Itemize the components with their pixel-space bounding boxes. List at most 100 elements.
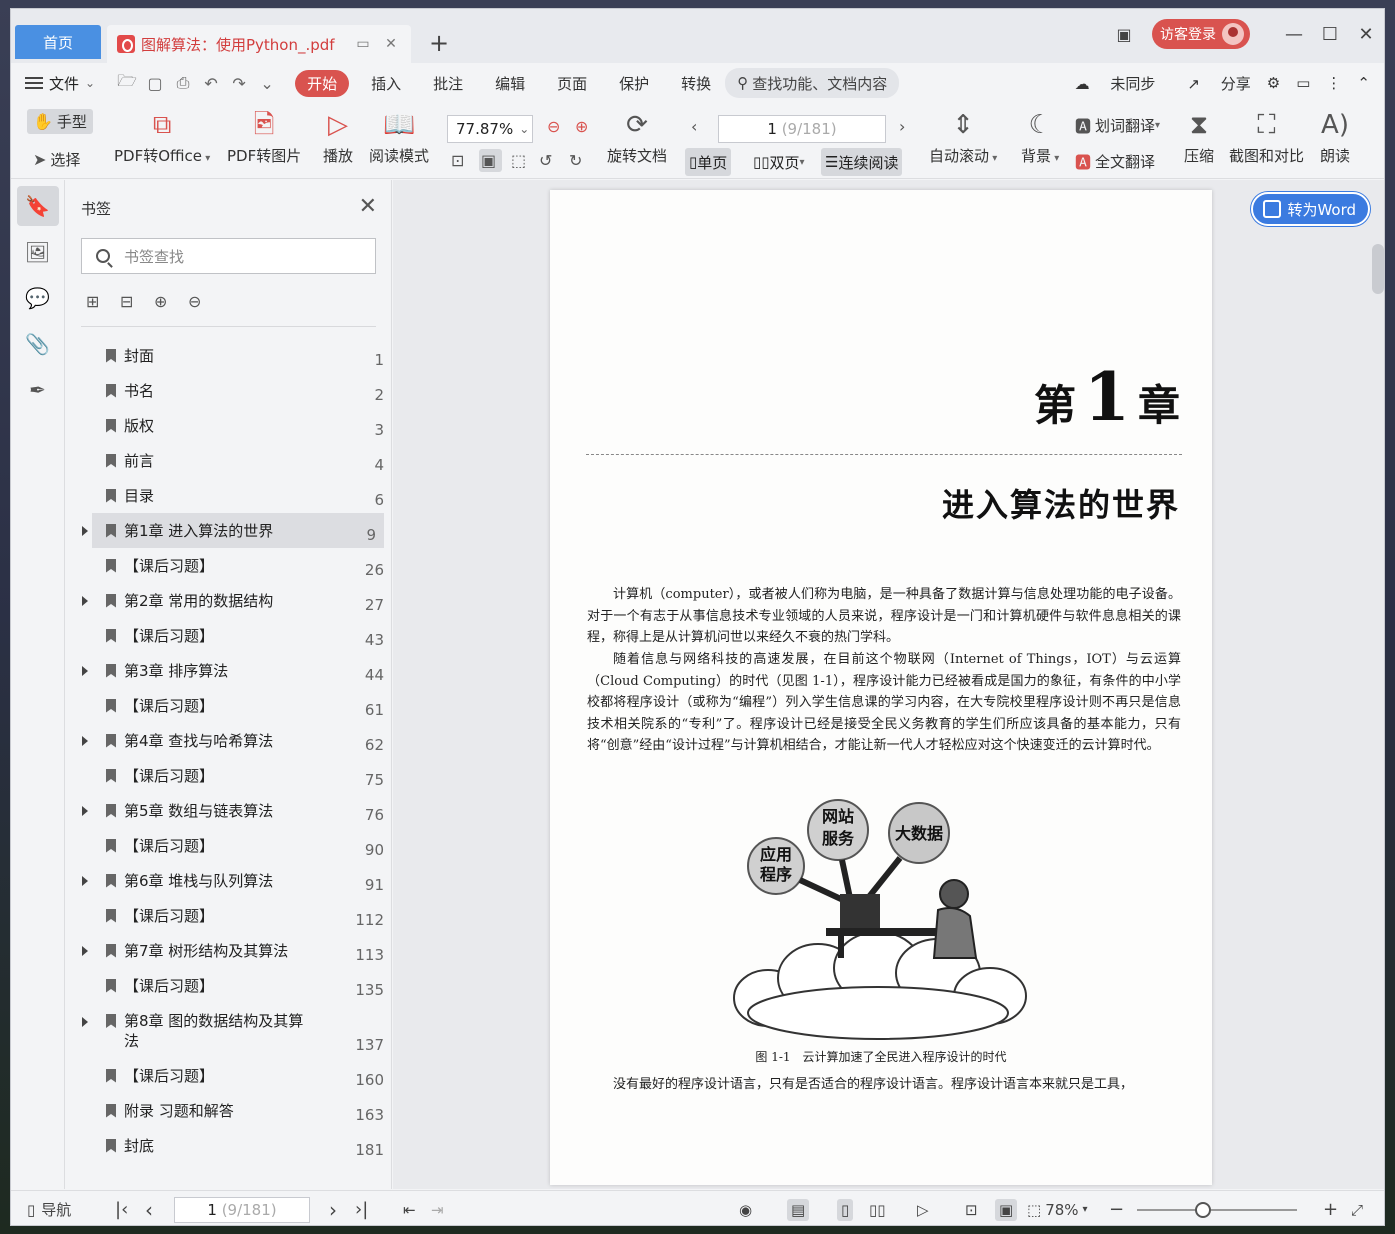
list-item[interactable]: 附录 习题和解答 163 <box>66 1093 392 1128</box>
delete-bookmark-icon[interactable]: ⊖ <box>188 292 222 311</box>
menu-insert[interactable]: 插入 <box>371 73 401 94</box>
settings-icon[interactable]: ⚙ <box>1267 74 1280 92</box>
fit-page-button[interactable]: ▣ <box>479 149 503 172</box>
more-options-icon[interactable]: ⋮ <box>1326 74 1341 92</box>
zoom-select[interactable]: 77.87% ⌄ <box>447 115 533 143</box>
rotate-left-button[interactable]: ↺ <box>539 151 556 170</box>
comment-rail-icon[interactable]: 💬 <box>17 278 59 318</box>
forward-button[interactable]: ⇥ <box>431 1191 444 1225</box>
more-icon[interactable]: ⌄ <box>253 74 281 93</box>
share-button[interactable]: ↗ 分享 <box>1171 73 1250 94</box>
zoom-out-button[interactable]: ⊖ <box>547 117 564 136</box>
expand-all-icon[interactable]: ⊞ <box>86 292 120 311</box>
list-item[interactable]: 书名 2 <box>66 373 392 408</box>
menu-edit[interactable]: 编辑 <box>495 73 525 94</box>
next-page-button[interactable]: › <box>899 117 909 136</box>
close-window-button[interactable]: ✕ <box>1348 24 1384 45</box>
tab-home[interactable]: 首页 <box>15 25 101 59</box>
thumbnail-rail-icon[interactable]: 🖼 <box>17 232 59 272</box>
pdf-to-office-button[interactable]: ⧉ PDF转Office ▾ <box>114 109 210 166</box>
pin-icon[interactable]: ▭ <box>355 36 371 52</box>
maximize-button[interactable]: ☐ <box>1312 24 1348 45</box>
expand-arrow-icon[interactable] <box>82 875 88 886</box>
actual-size-button[interactable]: ⊡ <box>451 151 468 170</box>
list-item[interactable]: 封底 181 <box>66 1128 392 1163</box>
sync-status[interactable]: ☁ 未同步 <box>1059 73 1156 94</box>
select-tool-button[interactable]: ➤ 选择 <box>33 149 80 170</box>
vertical-scrollbar[interactable] <box>1372 244 1384 294</box>
list-item[interactable]: 第5章 数组与链表算法 76 <box>66 793 392 828</box>
read-aloud-button[interactable]: A) 朗读 <box>1319 109 1351 166</box>
convert-to-word-button[interactable]: 转为Word <box>1251 192 1370 226</box>
list-item[interactable]: 第8章 图的数据结构及其算法 137 <box>66 1003 392 1058</box>
list-item[interactable]: 第4章 查找与哈希算法 62 <box>66 723 392 758</box>
close-tab-icon[interactable]: ✕ <box>383 36 399 52</box>
list-item[interactable]: 前言 4 <box>66 443 392 478</box>
expand-arrow-icon[interactable] <box>82 805 88 816</box>
list-item[interactable]: 第6章 堆栈与队列算法 91 <box>66 863 392 898</box>
background-button[interactable]: ☾ 背景 ▾ <box>1021 109 1059 166</box>
auto-scroll-button[interactable]: ⇕ 自动滚动 ▾ <box>929 109 997 166</box>
print-icon[interactable]: ⎙ <box>169 73 197 93</box>
expand-arrow-icon[interactable] <box>82 945 88 956</box>
navigation-toggle[interactable]: ▯ 导航 <box>27 1191 71 1225</box>
double-page-button[interactable]: ▯▯ 双页 ▾ <box>749 148 809 176</box>
undo-icon[interactable]: ↶ <box>197 74 225 93</box>
signature-rail-icon[interactable]: ✒ <box>17 370 59 410</box>
list-item[interactable]: 【课后习题】 75 <box>66 758 392 793</box>
collapse-all-icon[interactable]: ⊟ <box>120 292 154 311</box>
list-item[interactable]: 【课后习题】 26 <box>66 548 392 583</box>
list-item[interactable]: 封面 1 <box>66 338 392 373</box>
fit-width-button[interactable]: ⬚ <box>511 151 530 170</box>
comment-icon[interactable]: ▭ <box>1296 74 1310 92</box>
menu-convert[interactable]: 转换 <box>681 73 711 94</box>
first-page-button[interactable]: |‹ <box>115 1191 128 1225</box>
add-bookmark-icon[interactable]: ⊕ <box>154 292 188 311</box>
fullscreen-button[interactable]: ⤢ <box>1351 1191 1363 1225</box>
list-item[interactable]: 【课后习题】 43 <box>66 618 392 653</box>
expand-arrow-icon[interactable] <box>82 735 88 746</box>
continuous-read-button[interactable]: ☰ 连续阅读 <box>821 148 903 176</box>
guest-login-button[interactable]: 访客登录 <box>1152 19 1250 49</box>
zoom-slider-handle[interactable] <box>1195 1202 1211 1218</box>
menu-annotate[interactable]: 批注 <box>433 73 463 94</box>
list-item[interactable]: 第7章 树形结构及其算法 113 <box>66 933 392 968</box>
list-item[interactable]: 第2章 常用的数据结构 27 <box>66 583 392 618</box>
attachment-rail-icon[interactable]: 📎 <box>17 324 59 364</box>
menu-protect[interactable]: 保护 <box>619 73 649 94</box>
minimize-button[interactable]: — <box>1276 24 1312 45</box>
menu-page[interactable]: 页面 <box>557 73 587 94</box>
zoom-slider[interactable] <box>1137 1202 1297 1218</box>
tab-document[interactable]: 图解算法：使用Python_.pdf ▭ ✕ <box>107 25 411 63</box>
word-translate-button[interactable]: 🅰 划词翻译 ▾ <box>1075 113 1160 137</box>
list-item-selected[interactable]: 第1章 进入算法的世界 9 <box>82 513 384 548</box>
rotate-document-button[interactable]: ⟳ 旋转文档 <box>607 109 667 166</box>
bookmark-rail-icon[interactable]: 🔖 <box>16 186 59 226</box>
prev-page-button[interactable]: ‹ <box>691 117 701 136</box>
close-panel-icon[interactable]: ✕ <box>359 194 377 219</box>
open-icon[interactable]: 🗁 <box>113 70 141 97</box>
full-translate-button[interactable]: 🅰 全文翻译 <box>1075 149 1155 173</box>
zoom-in-button[interactable]: ⊕ <box>575 117 592 136</box>
list-item[interactable]: 【课后习题】 90 <box>66 828 392 863</box>
redo-icon[interactable]: ↷ <box>225 74 253 93</box>
actual-size-status-button[interactable]: ⊡ <box>965 1191 978 1225</box>
new-tab-button[interactable]: + <box>429 29 449 57</box>
window-layout-icon[interactable]: ▣ <box>1110 25 1138 44</box>
list-item[interactable]: 【课后习题】 135 <box>66 968 392 1003</box>
file-menu[interactable]: 文件 ⌄ <box>25 73 95 94</box>
back-button[interactable]: ⇤ <box>403 1191 416 1225</box>
list-item[interactable]: 【课后习题】 112 <box>66 898 392 933</box>
zoom-out-status-button[interactable]: − <box>1109 1191 1124 1225</box>
zoom-status-select[interactable]: ⬚ 78% ▾ <box>1027 1191 1088 1225</box>
read-mode-button[interactable]: 📖 阅读模式 <box>369 109 429 166</box>
last-page-button[interactable]: ›| <box>355 1191 368 1225</box>
collapse-ribbon-icon[interactable]: ⌃ <box>1357 74 1370 92</box>
page-number-input[interactable]: 1 (9/181) <box>718 115 886 143</box>
compress-button[interactable]: ⧗ 压缩 <box>1183 109 1215 166</box>
hand-tool-button[interactable]: ✋ 手型 <box>27 109 93 134</box>
list-item[interactable]: 第3章 排序算法 44 <box>66 653 392 688</box>
bookmark-search-input[interactable]: 书签查找 <box>81 238 376 274</box>
fit-page-status-button[interactable]: ▣ <box>995 1191 1018 1225</box>
list-item[interactable]: 【课后习题】 61 <box>66 688 392 723</box>
